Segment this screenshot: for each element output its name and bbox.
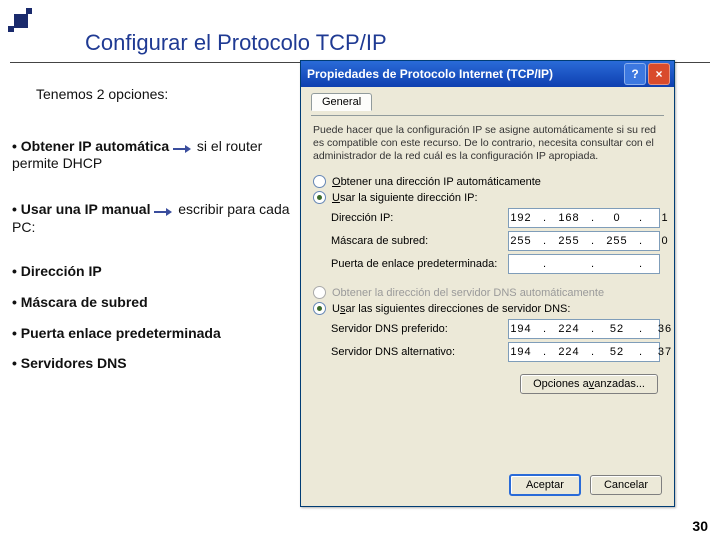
label-gateway: Puerta de enlace predeterminada:: [331, 255, 508, 273]
radio-manual-dns-row[interactable]: Usar las siguientes direcciones de servi…: [313, 302, 662, 315]
gateway-input[interactable]: . . .: [508, 254, 660, 274]
accept-button[interactable]: Aceptar: [509, 474, 581, 496]
radio-icon: [313, 191, 326, 204]
radio-icon: [313, 302, 326, 315]
radio-auto-ip-row[interactable]: Obtener una dirección IP automáticamente: [313, 175, 662, 188]
advanced-button[interactable]: Opciones avanzadas...: [520, 374, 658, 394]
arrow-right-icon: [154, 203, 174, 219]
help-icon: ?: [631, 67, 638, 81]
close-button[interactable]: ×: [648, 63, 670, 85]
arrow-right-icon: [173, 139, 193, 155]
help-button[interactable]: ?: [624, 63, 646, 85]
bullet-manual-ip: • Usar una IP manual: [12, 201, 150, 217]
list-ip: • Dirección IP: [12, 256, 292, 287]
page-number: 30: [692, 518, 708, 534]
radio-auto-dns-row: Obtener la dirección del servidor DNS au…: [313, 286, 662, 299]
slide-title: Configurar el Protocolo TCP/IP: [85, 30, 387, 56]
radio-auto-dns-label: Obtener la dirección del servidor DNS au…: [332, 287, 604, 299]
label-ip: Dirección IP:: [331, 209, 508, 227]
fields-list: • Dirección IP • Máscara de subred • Pue…: [12, 256, 292, 379]
dialog-description: Puede hacer que la configuración IP se a…: [313, 124, 662, 163]
radio-manual-ip-label: Usar la siguiente dirección IP:: [332, 192, 478, 204]
label-dns2: Servidor DNS alternativo:: [331, 343, 508, 361]
dialog-title: Propiedades de Protocolo Internet (TCP/I…: [307, 67, 622, 81]
radio-icon: [313, 175, 326, 188]
intro-text: Tenemos 2 opciones:: [36, 86, 168, 102]
radio-auto-ip-label: Obtener una dirección IP automáticamente: [332, 176, 541, 188]
label-dns1: Servidor DNS preferido:: [331, 320, 508, 338]
radio-manual-dns-label: Usar las siguientes direcciones de servi…: [332, 303, 570, 315]
mask-input[interactable]: 255. 255. 255. 0: [508, 231, 660, 251]
cancel-button[interactable]: Cancelar: [590, 475, 662, 495]
radio-icon: [313, 286, 326, 299]
list-mask: • Máscara de subred: [12, 287, 292, 318]
list-dns: • Servidores DNS: [12, 348, 292, 379]
tab-strip: General: [311, 93, 664, 116]
tcpip-properties-dialog: Propiedades de Protocolo Internet (TCP/I…: [300, 60, 675, 507]
corner-decoration: [8, 8, 36, 30]
bullet-auto-ip: • Obtener IP automática: [12, 138, 169, 154]
radio-manual-ip-row[interactable]: Usar la siguiente dirección IP:: [313, 191, 662, 204]
dns2-input[interactable]: 194. 224. 52. 37: [508, 342, 660, 362]
ip-input[interactable]: 192. 168. 0. 1: [508, 208, 660, 228]
tab-general[interactable]: General: [311, 93, 372, 111]
bullet-options: • Obtener IP automática si el router per…: [12, 138, 302, 239]
dialog-titlebar[interactable]: Propiedades de Protocolo Internet (TCP/I…: [301, 61, 674, 87]
dns1-input[interactable]: 194. 224. 52. 36: [508, 319, 660, 339]
label-mask: Máscara de subred:: [331, 232, 508, 250]
close-icon: ×: [655, 67, 662, 81]
list-gateway: • Puerta enlace predeterminada: [12, 318, 292, 349]
